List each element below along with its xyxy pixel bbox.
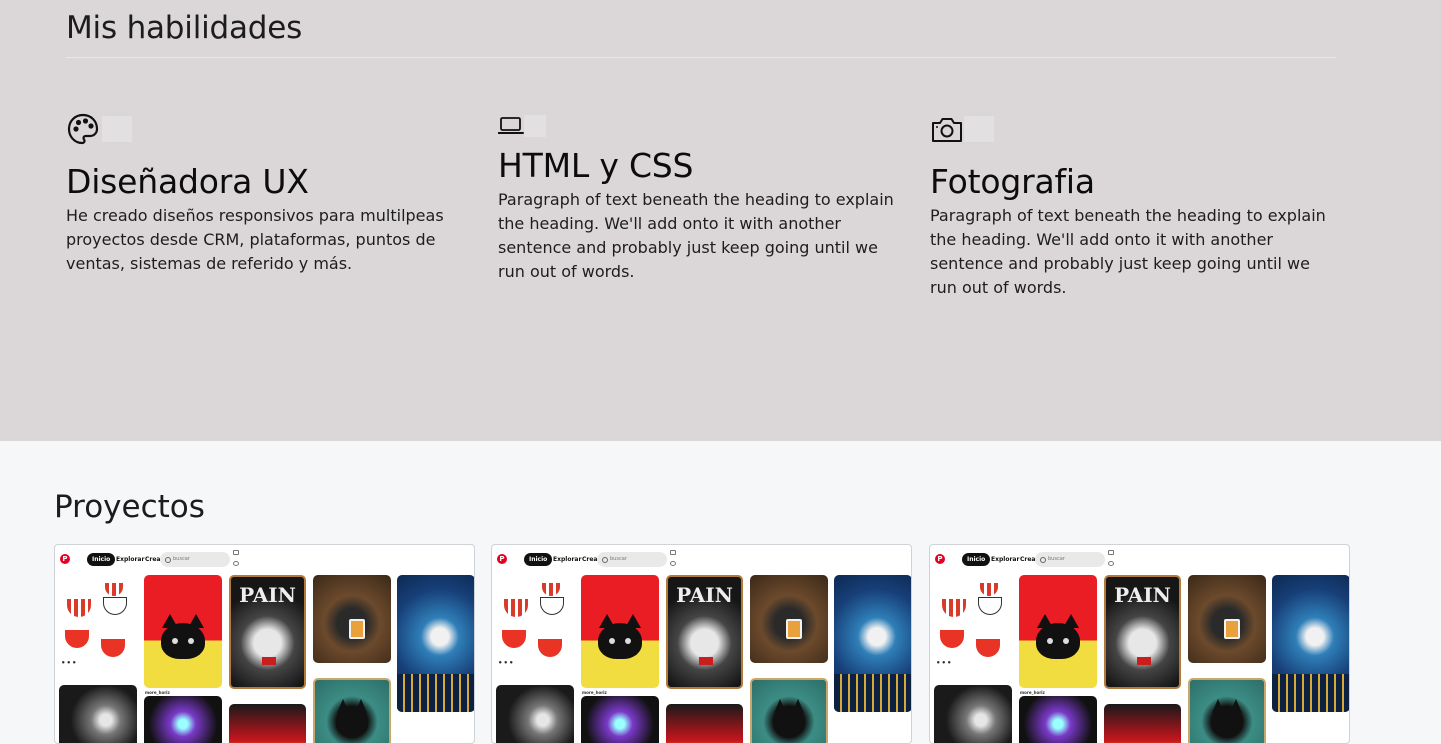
preview-nav-create: Crea — [145, 556, 161, 563]
pinterest-logo-icon: P — [935, 554, 945, 564]
preview-pin-pain-poster: PAIN — [1104, 575, 1181, 689]
skill-description: Paragraph of text beneath the heading to… — [498, 190, 894, 281]
profile-icon — [1108, 561, 1114, 566]
profile-icon — [233, 561, 239, 566]
skill-heading: HTML y CSS — [498, 146, 694, 185]
skill-description: He creado diseños responsivos para multi… — [66, 206, 444, 273]
message-icon — [233, 550, 239, 555]
skill-photography: Fotografia Paragraph of text beneath the… — [930, 112, 1340, 300]
preview-navbar: P Inicio Explorar Crea buscar — [492, 545, 911, 575]
pin-more-dots: ••• — [61, 659, 78, 667]
pinterest-logo-icon: P — [497, 554, 507, 564]
preview-pin-cat-beer — [313, 575, 391, 663]
preview-pin-starry-cat — [397, 575, 474, 712]
message-icon — [670, 550, 676, 555]
preview-nav-explore: Explorar — [553, 556, 582, 563]
skill-ux-designer: Diseñadora UX He creado diseños responsi… — [66, 112, 476, 276]
preview-pin-black-cat — [581, 575, 659, 688]
preview-nav-home: Inicio — [962, 553, 991, 566]
skills-divider — [66, 57, 1336, 58]
preview-pin-black-cat — [144, 575, 222, 688]
preview-pin-cups: ••• — [59, 575, 135, 670]
palette-icon — [66, 112, 132, 150]
pin-more-dots: ••• — [498, 659, 515, 667]
preview-pin-pain-poster: PAIN — [229, 575, 306, 689]
preview-pin-catzilla — [229, 704, 306, 743]
preview-pin-teal-cat — [750, 678, 828, 743]
preview-navbar: P Inicio Explorar Crea buscar — [930, 545, 1349, 575]
pin-more-label: more_horiz — [1020, 690, 1045, 695]
pin-poster-title: PAIN — [239, 583, 296, 607]
preview-nav-create: Crea — [1020, 556, 1036, 563]
preview-nav-home: Inicio — [524, 553, 553, 566]
preview-pin-cups: ••• — [496, 575, 572, 670]
camera-icon — [930, 112, 994, 150]
preview-nav-home: Inicio — [87, 553, 116, 566]
preview-pin-black-cat — [1019, 575, 1097, 688]
profile-icon — [670, 561, 676, 566]
preview-search-input: buscar — [1035, 552, 1105, 567]
laptop-icon — [498, 104, 562, 142]
preview-search-input: buscar — [160, 552, 230, 567]
project-card-1[interactable]: P Inicio Explorar Crea buscar ••• more_h… — [54, 544, 475, 744]
pin-more-label: more_horiz — [145, 690, 170, 695]
preview-nav-explore: Explorar — [116, 556, 145, 563]
preview-pin-cat-beer — [750, 575, 828, 663]
preview-nav-explore: Explorar — [991, 556, 1020, 563]
projects-title: Proyectos — [54, 489, 205, 525]
message-icon — [1108, 550, 1114, 555]
preview-pin-catzilla — [1104, 704, 1181, 743]
preview-navbar: P Inicio Explorar Crea buscar — [55, 545, 474, 575]
preview-pin-teal-cat — [313, 678, 391, 743]
preview-pin-cat-beer — [1188, 575, 1266, 663]
preview-pin-neon-cat — [144, 696, 222, 743]
preview-pin-catzilla — [666, 704, 743, 743]
preview-pin-gray-cat — [934, 685, 1012, 743]
pin-poster-title: PAIN — [1114, 583, 1171, 607]
preview-pin-gray-cat — [496, 685, 574, 743]
preview-pin-pain-poster: PAIN — [666, 575, 743, 689]
preview-pin-neon-cat — [581, 696, 659, 743]
preview-pin-teal-cat — [1188, 678, 1266, 743]
pinterest-logo-icon: P — [60, 554, 70, 564]
skill-description: Paragraph of text beneath the heading to… — [930, 206, 1326, 297]
preview-pin-starry-cat — [834, 575, 911, 712]
preview-pin-gray-cat — [59, 685, 137, 743]
pin-more-dots: ••• — [936, 659, 953, 667]
preview-pin-neon-cat — [1019, 696, 1097, 743]
pin-more-label: more_horiz — [582, 690, 607, 695]
skills-section: Mis habilidades Diseñadora UX He creado … — [0, 0, 1441, 441]
skill-html-css: HTML y CSS Paragraph of text beneath the… — [498, 104, 908, 284]
pin-poster-title: PAIN — [676, 583, 733, 607]
project-card-2[interactable]: P Inicio Explorar Crea buscar ••• more_h… — [491, 544, 912, 744]
preview-nav-create: Crea — [582, 556, 598, 563]
preview-search-input: buscar — [597, 552, 667, 567]
skills-title: Mis habilidades — [66, 10, 303, 46]
project-card-3[interactable]: P Inicio Explorar Crea buscar ••• more_h… — [929, 544, 1350, 744]
skill-heading: Fotografia — [930, 162, 1095, 201]
preview-pin-starry-cat — [1272, 575, 1349, 712]
skill-heading: Diseñadora UX — [66, 162, 309, 201]
preview-pin-cups: ••• — [934, 575, 1010, 670]
